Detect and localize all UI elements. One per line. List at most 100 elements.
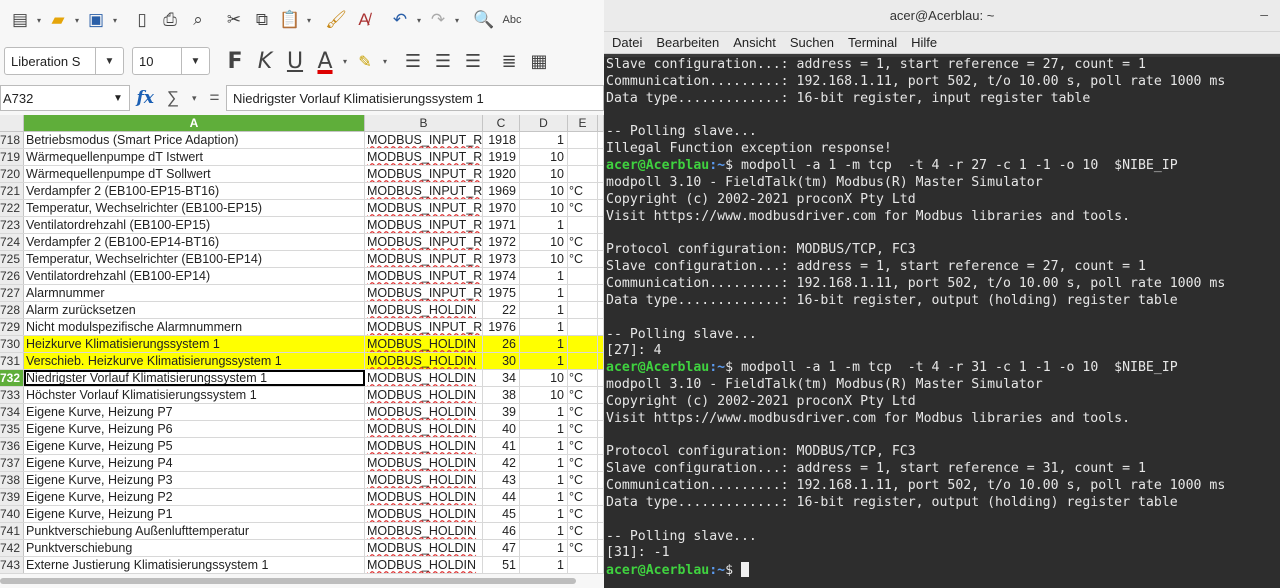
cell-d[interactable]: 1 — [520, 336, 568, 352]
cell-b[interactable]: MODBUS_HOLDIN — [365, 489, 483, 505]
cell-b[interactable]: MODBUS_HOLDIN — [365, 523, 483, 539]
cell-e[interactable]: °C — [568, 421, 598, 437]
chevron-down-icon[interactable]: ▾ — [110, 16, 120, 25]
chevron-down-icon[interactable]: ▼ — [181, 48, 209, 74]
export-pdf-icon[interactable]: ▯ — [128, 6, 156, 34]
cell-e[interactable] — [568, 268, 598, 284]
cell-e[interactable]: °C — [568, 438, 598, 454]
table-row[interactable]: 724 Verdampfer 2 (EB100-EP14-BT16) MODBUS_… — [0, 234, 604, 251]
row-header[interactable]: 739 — [0, 489, 24, 505]
cell-e[interactable] — [568, 336, 598, 352]
table-row[interactable]: 718 Betriebsmodus (Smart Price Adaption) M… — [0, 132, 604, 149]
cell-d[interactable]: 1 — [520, 438, 568, 454]
cell-b[interactable]: MODBUS_INPUT_R — [365, 268, 483, 284]
cell-b[interactable]: MODBUS_HOLDIN — [365, 472, 483, 488]
cell-c[interactable]: 42 — [483, 455, 520, 471]
chevron-down-icon[interactable]: ▾ — [72, 16, 82, 25]
find-replace-icon[interactable]: 🔍 — [470, 6, 498, 34]
cell-a[interactable]: Punktverschiebung — [24, 540, 365, 556]
row-header[interactable]: 727 — [0, 285, 24, 301]
minimize-icon[interactable]: – — [1260, 6, 1268, 22]
table-row[interactable]: 735 Eigene Kurve, Heizung P6 MODBUS_HOLDIN… — [0, 421, 604, 438]
wrap-text-icon[interactable]: ≣ — [494, 47, 524, 75]
cell-b[interactable]: MODBUS_HOLDIN — [365, 557, 483, 573]
cell-b[interactable]: MODBUS_HOLDIN — [365, 455, 483, 471]
cell-c[interactable]: 1918 — [483, 132, 520, 148]
cell-c[interactable]: 45 — [483, 506, 520, 522]
cell-d[interactable]: 1 — [520, 353, 568, 369]
cell-e[interactable]: °C — [568, 472, 598, 488]
cell-c[interactable]: 46 — [483, 523, 520, 539]
spreadsheet-grid[interactable]: ABCDE 718 Betriebsmodus (Smart Price Adap… — [0, 115, 604, 574]
table-row[interactable]: 739 Eigene Kurve, Heizung P2 MODBUS_HOLDIN… — [0, 489, 604, 506]
row-header[interactable]: 721 — [0, 183, 24, 199]
table-row[interactable]: 740 Eigene Kurve, Heizung P1 MODBUS_HOLDIN… — [0, 506, 604, 523]
row-header[interactable]: 738 — [0, 472, 24, 488]
copy-icon[interactable]: ⧉ — [248, 6, 276, 34]
cell-b[interactable]: MODBUS_HOLDIN — [365, 370, 483, 386]
cell-a[interactable]: Ventilatordrehzahl (EB100-EP14) — [24, 268, 365, 284]
table-row[interactable]: 725 Temperatur, Wechselrichter (EB100-EP1… — [0, 251, 604, 268]
cell-b[interactable]: MODBUS_HOLDIN — [365, 404, 483, 420]
cell-b[interactable]: MODBUS_INPUT_R — [365, 234, 483, 250]
row-header[interactable]: 724 — [0, 234, 24, 250]
cell-d[interactable]: 1 — [520, 268, 568, 284]
cell-b[interactable]: MODBUS_INPUT_R — [365, 183, 483, 199]
cell-e[interactable] — [568, 285, 598, 301]
table-row[interactable]: 719 Wärmequellenpumpe dT Istwert MODBUS_IN… — [0, 149, 604, 166]
cell-e[interactable]: °C — [568, 234, 598, 250]
row-header[interactable]: 737 — [0, 455, 24, 471]
cell-b[interactable]: MODBUS_HOLDIN — [365, 336, 483, 352]
cell-b[interactable]: MODBUS_HOLDIN — [365, 387, 483, 403]
cell-a[interactable]: Höchster Vorlauf Klimatisierungssystem 1 — [24, 387, 365, 403]
row-header[interactable]: 735 — [0, 421, 24, 437]
row-header[interactable]: 719 — [0, 149, 24, 165]
table-row[interactable]: 722 Temperatur, Wechselrichter (EB100-EP1… — [0, 200, 604, 217]
cell-d[interactable]: 10 — [520, 387, 568, 403]
cell-d[interactable]: 1 — [520, 557, 568, 573]
cell-a[interactable]: Betriebsmodus (Smart Price Adaption) — [24, 132, 365, 148]
terminal-titlebar[interactable]: acer@Acerblau: ~ – — [604, 0, 1280, 32]
table-row[interactable]: 723 Ventilatordrehzahl (EB100-EP15) MODBUS… — [0, 217, 604, 234]
table-row[interactable]: 731 Verschieb. Heizkurve Klimatisierungss… — [0, 353, 604, 370]
font-color-icon[interactable]: A — [310, 47, 340, 75]
align-right-icon[interactable]: ☰ — [458, 47, 488, 75]
table-row[interactable]: 737 Eigene Kurve, Heizung P4 MODBUS_HOLDIN… — [0, 455, 604, 472]
cell-a[interactable]: Eigene Kurve, Heizung P1 — [24, 506, 365, 522]
cell-a[interactable]: Wärmequellenpumpe dT Sollwert — [24, 166, 365, 182]
row-header[interactable]: 743 — [0, 557, 24, 573]
cell-a[interactable]: Punktverschiebung Außenlufttemperatur — [24, 523, 365, 539]
cell-d[interactable]: 1 — [520, 506, 568, 522]
cell-d[interactable]: 10 — [520, 149, 568, 165]
font-size-value[interactable]: 10 — [133, 54, 181, 69]
row-header[interactable]: 720 — [0, 166, 24, 182]
cell-b[interactable]: MODBUS_INPUT_R — [365, 166, 483, 182]
redo-icon[interactable]: ↷ — [424, 6, 452, 34]
cell-b[interactable]: MODBUS_INPUT_R — [365, 285, 483, 301]
italic-icon[interactable]: K — [250, 47, 280, 75]
horizontal-scrollbar[interactable] — [0, 578, 576, 584]
cell-a[interactable]: Alarm zurücksetzen — [24, 302, 365, 318]
cell-c[interactable]: 1971 — [483, 217, 520, 233]
cell-e[interactable]: °C — [568, 183, 598, 199]
cell-d[interactable]: 1 — [520, 217, 568, 233]
cut-icon[interactable]: ✂ — [220, 6, 248, 34]
chevron-down-icon[interactable]: ▼ — [95, 48, 123, 74]
table-row[interactable]: 738 Eigene Kurve, Heizung P3 MODBUS_HOLDIN… — [0, 472, 604, 489]
cell-e[interactable]: °C — [568, 506, 598, 522]
underline-icon[interactable]: U — [280, 47, 310, 75]
cell-e[interactable]: °C — [568, 523, 598, 539]
paste-icon[interactable]: 📋 — [276, 6, 304, 34]
cell-e[interactable]: °C — [568, 387, 598, 403]
cell-b[interactable]: MODBUS_INPUT_R — [365, 319, 483, 335]
table-row[interactable]: 732 Niedrigster Vorlauf Klimatisierungssy… — [0, 370, 604, 387]
cell-a[interactable]: Eigene Kurve, Heizung P5 — [24, 438, 365, 454]
cell-b[interactable]: MODBUS_HOLDIN — [365, 302, 483, 318]
row-header[interactable]: 742 — [0, 540, 24, 556]
cell-c[interactable]: 26 — [483, 336, 520, 352]
cell-c[interactable]: 51 — [483, 557, 520, 573]
align-center-icon[interactable]: ☰ — [428, 47, 458, 75]
cell-d[interactable]: 1 — [520, 455, 568, 471]
cell-c[interactable]: 43 — [483, 472, 520, 488]
table-row[interactable]: 736 Eigene Kurve, Heizung P5 MODBUS_HOLDIN… — [0, 438, 604, 455]
